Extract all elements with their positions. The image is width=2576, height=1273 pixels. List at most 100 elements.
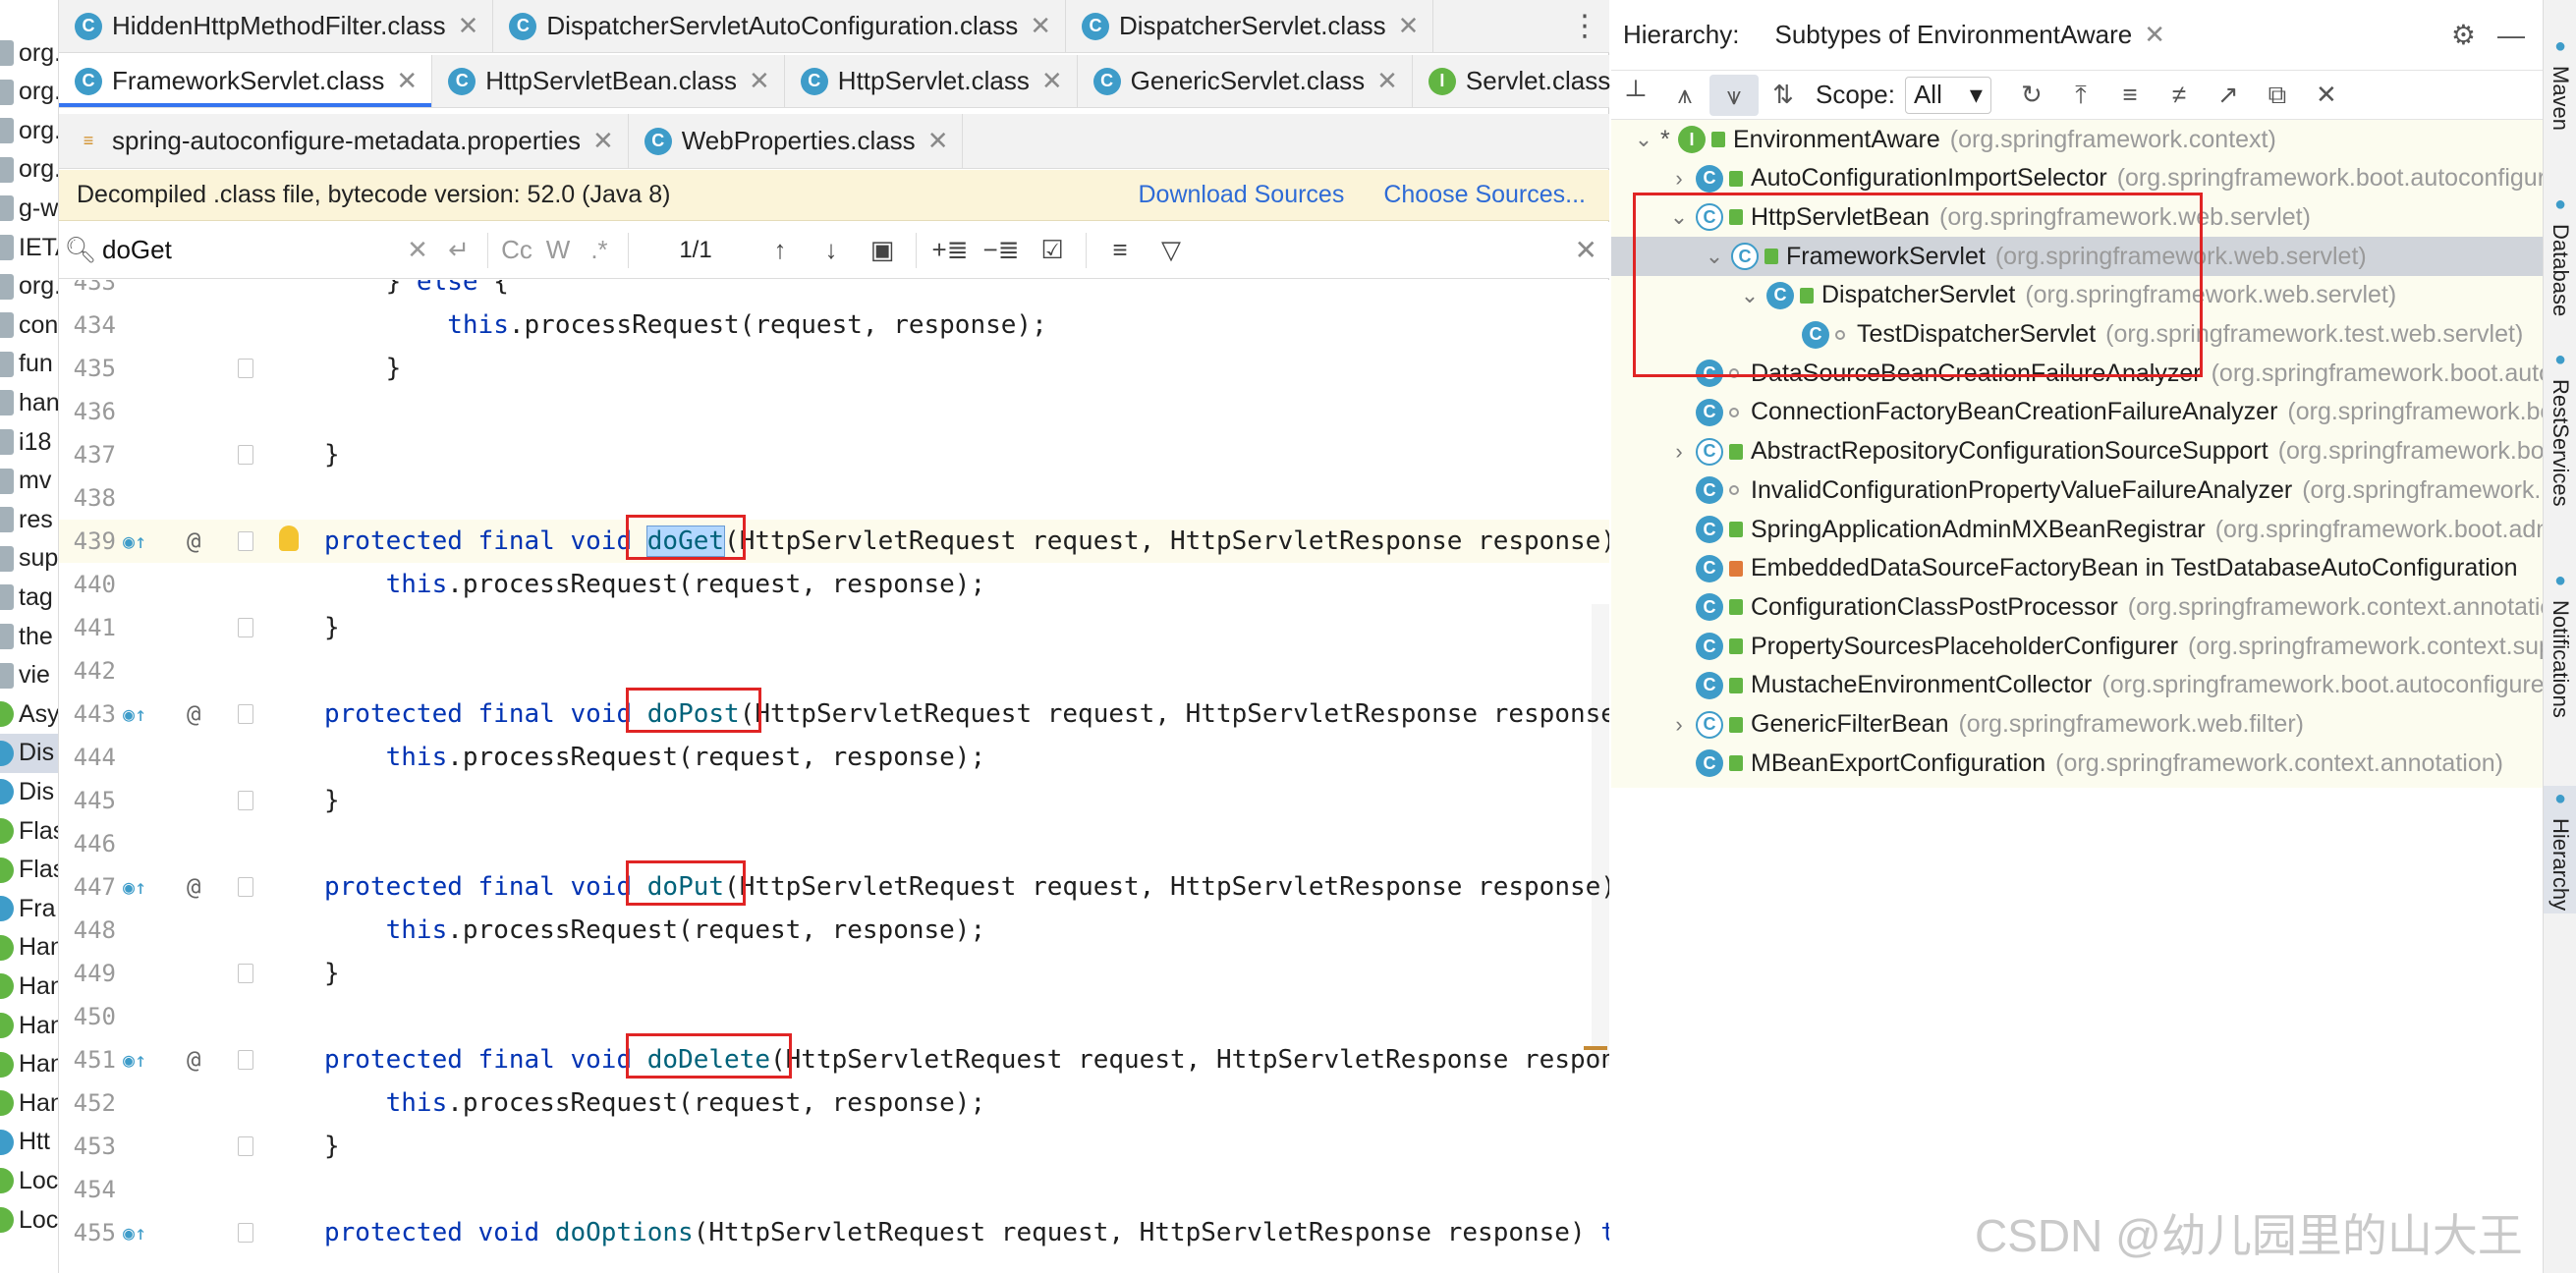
fold-marker-icon[interactable]	[238, 1050, 253, 1070]
project-tree-item[interactable]: org.s	[0, 33, 58, 73]
fold-marker-icon[interactable]	[238, 618, 253, 637]
filter-options-icon[interactable]: ≡	[1094, 235, 1146, 265]
project-tree-item[interactable]: tag	[0, 578, 58, 617]
subtypes-icon[interactable]: ⩛	[1709, 74, 1759, 116]
code-area[interactable]: 433 } else {434 this.processRequest(requ…	[59, 280, 1609, 1273]
gear-icon[interactable]: ⚙	[2451, 19, 2476, 51]
project-tree-item[interactable]: org.s	[0, 111, 58, 150]
project-tree-item[interactable]: Flas	[0, 811, 58, 851]
hierarchy-node[interactable]: › C GenericFilterBean (org.springframework.…	[1611, 705, 2543, 745]
editor-tab[interactable]: C HttpServletBean.class ✕	[432, 55, 785, 107]
editor-tab[interactable]: C DispatcherServletAutoConfiguration.clas…	[493, 0, 1066, 52]
annotation-marker[interactable]: @	[187, 1038, 200, 1081]
close-tab-icon[interactable]: ✕	[1041, 66, 1063, 96]
project-tree-item[interactable]: Loc	[0, 1200, 58, 1240]
close-tab-icon[interactable]: ✕	[1376, 66, 1398, 96]
select-all-occurrences-icon[interactable]: ▣	[857, 235, 908, 265]
editor-tab[interactable]: C WebProperties.class ✕	[629, 114, 964, 168]
project-tree-item[interactable]: Asy	[0, 694, 58, 734]
project-tree-item[interactable]: han	[0, 383, 58, 422]
lightbulb-icon[interactable]	[279, 526, 299, 551]
project-tree-item[interactable]: Dis	[0, 733, 58, 773]
add-selection-icon[interactable]: +≣	[924, 235, 976, 265]
override-up-icon[interactable]: ◉↑	[120, 865, 149, 909]
collapse-all-icon[interactable]: ≠	[2155, 80, 2204, 110]
pin-icon[interactable]: ↗	[2204, 80, 2253, 110]
close-tab-icon[interactable]: ✕	[458, 11, 479, 41]
fold-marker-icon[interactable]	[238, 531, 253, 551]
fold-marker-icon[interactable]	[238, 877, 253, 897]
remove-selection-icon[interactable]: −≣	[976, 235, 1027, 265]
download-sources-link[interactable]: Download Sources	[1138, 181, 1344, 209]
editor-tab[interactable]: C GenericServlet.class ✕	[1078, 55, 1413, 107]
export-icon[interactable]: ⤒	[2056, 80, 2105, 111]
words-toggle[interactable]: W	[537, 235, 579, 265]
arrow-down-icon[interactable]: ↓	[806, 235, 857, 265]
project-tree-item[interactable]: Han	[0, 1045, 58, 1084]
sort-alpha-icon[interactable]: ⇅	[1759, 80, 1808, 110]
project-tree-panel[interactable]: org.s org.s org.s org.s g-we IETA-org.sp con fu…	[0, 0, 59, 1273]
project-tree-item[interactable]: mv	[0, 462, 58, 501]
hierarchy-node[interactable]: C MustacheEnvironmentCollector (org.spring…	[1611, 666, 2543, 705]
project-tree-item[interactable]: vie	[0, 656, 58, 695]
arrow-up-icon[interactable]: ↑	[755, 235, 806, 265]
hierarchy-node[interactable]: C ConfigurationClassPostProcessor (org.spr…	[1611, 587, 2543, 627]
tool-window-maven[interactable]: ● Maven	[2544, 29, 2576, 138]
project-tree-item[interactable]: org.s	[0, 73, 58, 112]
filter-icon[interactable]: ▽	[1146, 235, 1197, 265]
project-tree-item[interactable]: sup	[0, 539, 58, 579]
editor-tab[interactable]: C FrameworkServlet.class ✕	[59, 55, 433, 107]
hierarchy-node[interactable]: › C AbstractRepositoryConfigurationSourceS…	[1611, 432, 2543, 471]
fold-marker-icon[interactable]	[238, 359, 253, 378]
project-tree-item[interactable]: Htt	[0, 1123, 58, 1162]
hierarchy-node[interactable]: C EmbeddedDataSourceFactoryBean in TestDa…	[1611, 549, 2543, 588]
fold-marker-icon[interactable]	[238, 964, 253, 983]
close-tab-icon[interactable]: ✕	[1030, 11, 1051, 41]
project-tree-item[interactable]: i18	[0, 422, 58, 462]
tool-window-notifications[interactable]: ● Notifications	[2544, 550, 2576, 737]
project-tree-item[interactable]: Flas	[0, 851, 58, 890]
project-tree-item[interactable]: Han	[0, 1083, 58, 1123]
tab-subtypes[interactable]: Subtypes of EnvironmentAware	[1774, 20, 2132, 50]
fold-marker-icon[interactable]	[238, 791, 253, 810]
project-tree-item[interactable]: Loc	[0, 1161, 58, 1200]
hierarchy-node[interactable]: C PropertySourcesPlaceholderConfigurer (or…	[1611, 627, 2543, 666]
hierarchy-node[interactable]: C ConnectionFactoryBeanCreationFailureAna…	[1611, 393, 2543, 432]
hierarchy-node[interactable]: C MBeanExportConfiguration (org.springfram…	[1611, 744, 2543, 783]
search-icon[interactable]: 🔍︎	[59, 235, 102, 265]
override-up-icon[interactable]: ◉↑	[120, 692, 149, 736]
annotation-marker[interactable]: @	[187, 520, 200, 563]
project-tree-item[interactable]: org.sp	[0, 267, 58, 306]
chevron-right-icon[interactable]: ›	[1668, 712, 1690, 738]
scope-dropdown[interactable]: All ▾	[1904, 76, 1991, 114]
project-tree-item[interactable]: the	[0, 617, 58, 656]
chevron-right-icon[interactable]: ›	[1668, 439, 1690, 465]
expand-all-icon[interactable]: ≡	[2105, 80, 2155, 110]
project-tree-item[interactable]: g-we	[0, 189, 58, 228]
close-icon[interactable]: ✕	[2144, 20, 2165, 50]
project-tree-item[interactable]: Han	[0, 928, 58, 968]
supertypes-icon[interactable]: ⩚	[1660, 80, 1709, 111]
project-tree-item[interactable]: Dis	[0, 772, 58, 811]
tool-window-database[interactable]: ● Database	[2544, 194, 2576, 316]
project-tree-item[interactable]: fun	[0, 345, 58, 384]
project-tree-item[interactable]: res	[0, 500, 58, 539]
override-up-icon[interactable]: ◉↑	[120, 520, 149, 563]
close-icon[interactable]: ✕	[2302, 80, 2351, 110]
refresh-icon[interactable]: ↻	[2007, 80, 2056, 110]
project-tree-item[interactable]: org.s	[0, 150, 58, 190]
minimize-icon[interactable]: —	[2497, 20, 2525, 51]
fold-marker-icon[interactable]	[238, 445, 253, 465]
annotation-marker[interactable]: @	[187, 692, 200, 736]
new-line-icon[interactable]: ↵	[438, 235, 479, 265]
chevron-down-icon[interactable]: ⌄	[1633, 127, 1654, 152]
open-in-window-icon[interactable]: ⧉	[2253, 80, 2302, 111]
override-up-icon[interactable]: ◉↑	[120, 1211, 149, 1254]
editor-tab[interactable]: C DispatcherServlet.class ✕	[1066, 0, 1434, 52]
select-all-matches-icon[interactable]: ☑	[1027, 235, 1078, 265]
project-tree-item[interactable]: Han	[0, 1006, 58, 1045]
tool-window-restservices[interactable]: ● RestServices	[2544, 334, 2576, 521]
close-find-icon[interactable]: ✕	[1575, 234, 1597, 266]
hierarchy-node[interactable]: C SpringApplicationAdminMXBeanRegistrar (o…	[1611, 510, 2543, 549]
hierarchy-node[interactable]: C InvalidConfigurationPropertyValueFailur…	[1611, 470, 2543, 510]
